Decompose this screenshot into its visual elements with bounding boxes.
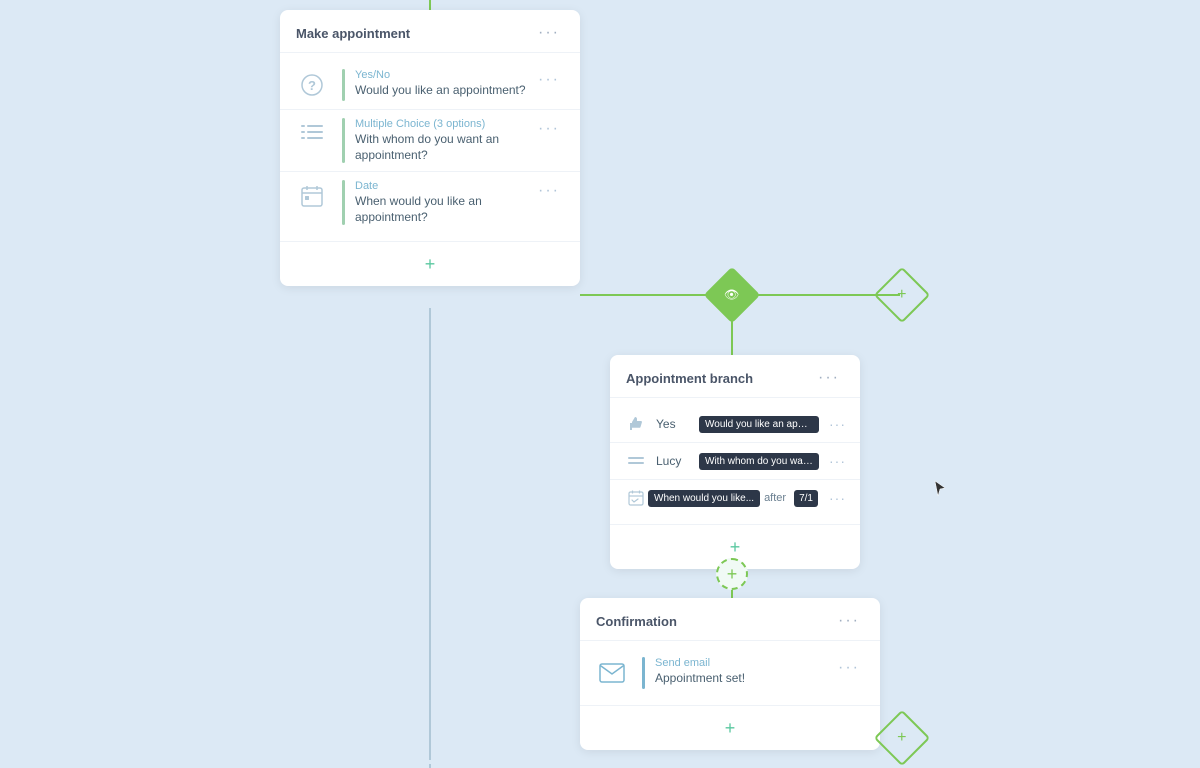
row-content: Multiple Choice (3 options) With whom do… xyxy=(355,118,534,163)
card-row: Date When would you like an appointment?… xyxy=(280,172,580,233)
canvas: Make appointment ··· ? Yes/No Would you … xyxy=(0,0,1200,760)
eye-icon: 👁 xyxy=(724,288,739,302)
card-menu-button[interactable]: ··· xyxy=(534,22,564,44)
branch-row: When would you like... after 7/1 ··· xyxy=(610,480,860,516)
branch-row: Lucy With whom do you want an ··· xyxy=(610,443,860,480)
card-row: Multiple Choice (3 options) With whom do… xyxy=(280,110,580,172)
row-label: Yes/No xyxy=(355,69,534,81)
svg-text:?: ? xyxy=(308,78,316,93)
main-diamond[interactable]: 👁 xyxy=(704,267,761,324)
row-label: Date xyxy=(355,180,534,192)
vertical-connector-left xyxy=(429,308,431,768)
row-more-button[interactable]: ··· xyxy=(534,180,564,202)
question-icon: ? xyxy=(296,69,328,101)
appointment-branch-card: Appointment branch ··· Yes Would you lik… xyxy=(610,355,860,569)
card-header: Make appointment ··· xyxy=(280,10,580,53)
row-content: Yes/No Would you like an appointment? xyxy=(355,69,534,99)
plus-icon: + xyxy=(897,286,906,304)
right-diamond-container: + xyxy=(882,275,922,315)
confirmation-card-rows: Send email Appointment set! ··· xyxy=(580,641,880,705)
calendar-icon xyxy=(296,180,328,212)
branch-date-num: 7/1 xyxy=(794,490,818,507)
branch-date-tag: When would you like... xyxy=(648,490,760,507)
email-icon xyxy=(596,657,628,689)
add-row-button[interactable]: + xyxy=(418,252,442,276)
calendar-check-icon xyxy=(624,486,648,510)
right-diamond[interactable]: + xyxy=(874,267,931,324)
row-text: When would you like an appointment? xyxy=(355,194,534,225)
add-confirmation-row-button[interactable]: + xyxy=(718,716,742,740)
add-node-button[interactable]: + xyxy=(716,558,748,590)
thumbs-up-icon xyxy=(624,412,648,436)
add-branch-row-button[interactable]: + xyxy=(723,535,747,559)
card-row: ? Yes/No Would you like an appointment? … xyxy=(280,61,580,110)
row-more-button[interactable]: ··· xyxy=(534,118,564,140)
branch-yes-tag: Would you like an appointmen xyxy=(699,416,819,433)
plus-icon-bottom: + xyxy=(897,729,906,747)
branch-lucy-label: Lucy xyxy=(656,454,691,468)
card-footer: + xyxy=(280,241,580,286)
main-diamond-container: 👁 xyxy=(712,275,752,315)
confirmation-card-footer: + xyxy=(580,705,880,750)
branch-lucy-tag: With whom do you want an xyxy=(699,453,819,470)
branch-card-rows: Yes Would you like an appointmen ··· Luc… xyxy=(610,398,860,524)
confirmation-card: Confirmation ··· Send email Appointment … xyxy=(580,598,880,750)
branch-row: Yes Would you like an appointmen ··· xyxy=(610,406,860,443)
confirmation-card-header: Confirmation ··· xyxy=(580,598,880,641)
plus-dashed-icon: + xyxy=(727,565,738,583)
branch-row-more-button[interactable]: ··· xyxy=(829,490,846,506)
branch-row-more-button[interactable]: ··· xyxy=(829,453,846,469)
row-content: Send email Appointment set! xyxy=(655,657,834,687)
confirmation-card-title: Confirmation xyxy=(596,614,677,629)
bottom-right-diamond[interactable]: + xyxy=(874,710,931,767)
cursor xyxy=(934,480,946,498)
row-label: Send email xyxy=(655,657,834,669)
branch-after-label: after xyxy=(764,492,786,504)
list-icon xyxy=(296,118,328,150)
row-text: Appointment set! xyxy=(655,671,834,687)
branch-card-title: Appointment branch xyxy=(626,371,753,386)
confirmation-card-menu-button[interactable]: ··· xyxy=(834,610,864,632)
branch-card-header: Appointment branch ··· xyxy=(610,355,860,398)
card-row: Send email Appointment set! ··· xyxy=(580,649,880,697)
card-rows: ? Yes/No Would you like an appointment? … xyxy=(280,53,580,241)
row-text: Would you like an appointment? xyxy=(355,83,534,99)
equals-icon xyxy=(624,449,648,473)
row-more-button[interactable]: ··· xyxy=(534,69,564,91)
branch-row-more-button[interactable]: ··· xyxy=(829,416,846,432)
branch-card-menu-button[interactable]: ··· xyxy=(814,367,844,389)
row-more-button[interactable]: ··· xyxy=(834,657,864,679)
card-title: Make appointment xyxy=(296,26,410,41)
branch-yes-label: Yes xyxy=(656,417,691,431)
bottom-right-diamond-container: + xyxy=(882,718,922,758)
row-label: Multiple Choice (3 options) xyxy=(355,118,534,130)
make-appointment-card: Make appointment ··· ? Yes/No Would you … xyxy=(280,10,580,286)
row-content: Date When would you like an appointment? xyxy=(355,180,534,225)
row-text: With whom do you want an appointment? xyxy=(355,132,534,163)
